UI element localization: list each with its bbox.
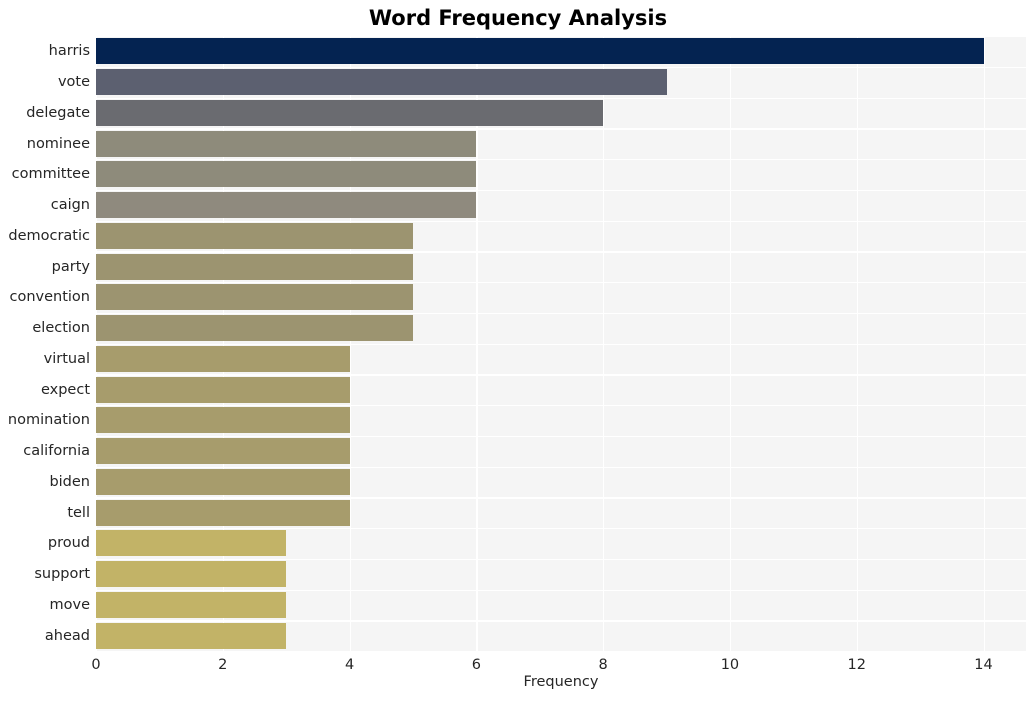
horizontal-gridline (96, 189, 1026, 192)
y-axis-tick-label: election (32, 320, 90, 337)
x-axis-title: Frequency (523, 674, 599, 690)
x-axis-tick-label: 12 (847, 657, 866, 673)
horizontal-gridline (96, 220, 1026, 222)
horizontal-gridline (96, 128, 1026, 130)
chart-figure: Word Frequency Analysis harris vote delega… (0, 0, 1036, 701)
bar (96, 99, 604, 126)
vertical-gridline (96, 36, 98, 651)
horizontal-gridline (96, 435, 1026, 438)
vertical-gridline (349, 36, 351, 651)
horizontal-gridline (96, 466, 1026, 468)
x-axis-tick-label: 6 (471, 657, 481, 673)
bar (96, 561, 287, 588)
horizontal-gridline (96, 312, 1026, 315)
vertical-gridline (729, 36, 732, 651)
horizontal-gridline (96, 66, 1026, 69)
horizontal-gridline (96, 528, 1026, 530)
y-axis-tick-label: party (51, 258, 90, 275)
bar (96, 222, 413, 249)
horizontal-gridline (96, 558, 1026, 561)
horizontal-gridline (96, 282, 1026, 284)
horizontal-gridline (96, 405, 1026, 407)
horizontal-gridline (96, 620, 1026, 622)
horizontal-gridline (96, 497, 1026, 499)
y-axis-tick-label: nomination (7, 412, 90, 429)
vertical-gridline (222, 36, 225, 651)
horizontal-gridline (96, 251, 1026, 253)
x-axis-tick-label: 4 (344, 657, 355, 673)
vertical-gridline (856, 36, 859, 651)
bar (96, 284, 413, 311)
x-axis-tick-label: 2 (218, 657, 228, 673)
x-axis-tick-label: 8 (598, 657, 608, 673)
bar (96, 376, 350, 403)
horizontal-gridline (96, 374, 1026, 376)
bar (96, 345, 350, 372)
bar (96, 468, 350, 495)
bar (96, 530, 287, 557)
y-axis-tick-label: harris (48, 43, 90, 60)
horizontal-gridline (96, 343, 1026, 345)
y-axis-tick-label: support (34, 566, 90, 583)
y-axis-tick-label: vote (57, 74, 90, 91)
bar (96, 69, 667, 96)
y-axis-tick-label: nominee (26, 135, 90, 152)
y-axis-tick-label: committee (11, 166, 90, 183)
y-axis-tick-label: biden (49, 473, 90, 490)
horizontal-gridline (96, 97, 1026, 99)
y-axis-tick-label: democratic (8, 227, 90, 244)
y-axis-tick-label: expect (40, 381, 90, 398)
bar (96, 253, 413, 280)
bar (96, 161, 477, 188)
y-axis-tick-label: proud (47, 535, 90, 552)
bar (96, 622, 287, 649)
y-axis-tick-labels: harris vote delegate nominee committee caign d… (0, 36, 90, 651)
bar (96, 38, 984, 65)
plot-area (96, 36, 1026, 651)
y-axis-tick-label: convention (9, 289, 90, 306)
y-axis-tick-label: caign (50, 197, 90, 214)
y-axis-tick-label: california (23, 443, 90, 460)
y-axis-tick-label: delegate (26, 104, 90, 121)
vertical-gridline (476, 36, 478, 651)
chart-title: Word Frequency Analysis (368, 6, 668, 30)
bar (96, 407, 350, 434)
bar (96, 438, 350, 465)
x-axis-tick-label: 10 (720, 657, 740, 673)
bar (96, 315, 413, 342)
horizontal-gridline (96, 159, 1026, 161)
x-axis-tick-label: 0 (91, 657, 101, 673)
horizontal-gridline (96, 36, 1026, 38)
x-axis-tick-label: 14 (974, 657, 993, 673)
horizontal-gridline (96, 589, 1026, 591)
y-axis-tick-label: tell (67, 504, 90, 521)
bar (96, 591, 287, 618)
y-axis-tick-label: ahead (44, 627, 90, 644)
y-axis-tick-label: move (49, 596, 91, 613)
bar (96, 499, 350, 526)
vertical-gridline (983, 36, 985, 651)
vertical-gridline (603, 36, 605, 651)
y-axis-tick-label: virtual (43, 350, 90, 367)
bar (96, 130, 477, 157)
bar (96, 192, 477, 219)
